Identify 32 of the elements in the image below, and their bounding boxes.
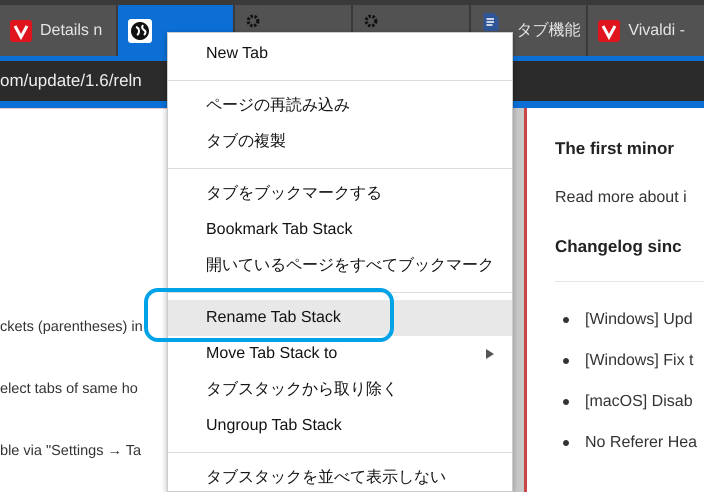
menu-item[interactable]: Move Tab Stack to xyxy=(168,336,512,372)
list-item: [macOS] Disab xyxy=(585,392,693,412)
browser-tab[interactable]: Vivaldi - xyxy=(588,5,704,56)
menu-item[interactable]: タブスタックを並べて表示しない xyxy=(168,460,512,491)
menu-item[interactable]: タブをブックマークする xyxy=(168,176,512,212)
menu-item[interactable]: タブの複製 xyxy=(168,124,512,160)
list-item: No Referer Hea xyxy=(585,433,698,453)
list-item: [Windows] Upd xyxy=(585,310,693,330)
submenu-arrow-icon xyxy=(486,349,494,359)
scrollbar[interactable] xyxy=(512,108,524,492)
browser-tab[interactable]: Details n xyxy=(0,5,116,56)
menu-item[interactable]: Bookmark Tab Stack xyxy=(168,212,512,248)
paragraph: Read more about i xyxy=(555,188,688,208)
vivaldi-logo-icon xyxy=(598,20,620,42)
text-line: elect tabs of same ho xyxy=(0,380,138,399)
heading: The first minor xyxy=(555,138,676,160)
bullet-icon xyxy=(563,317,569,323)
menu-item[interactable]: 開いているページをすべてブックマーク xyxy=(168,248,512,284)
list-item: [Windows] Fix t xyxy=(585,351,694,371)
text-line: ble via "Settings → Ta xyxy=(0,442,142,460)
vivaldi-logo-icon xyxy=(10,20,32,42)
text-line: ckets (parentheses) in xyxy=(0,318,143,337)
bullet-icon xyxy=(563,399,569,405)
heading: Changelog sinc xyxy=(555,236,683,258)
menu-item[interactable]: タブスタックから取り除く xyxy=(168,372,512,408)
menu-item[interactable]: Ungroup Tab Stack xyxy=(168,408,512,444)
menu-item[interactable]: Rename Tab Stack xyxy=(168,300,512,336)
bullet-icon xyxy=(563,358,569,364)
menu-item[interactable]: ページの再読み込み xyxy=(168,88,512,124)
bullet-icon xyxy=(563,440,569,446)
globe-icon xyxy=(128,18,152,42)
address-field[interactable]: om/update/1.6/reln xyxy=(0,68,142,94)
